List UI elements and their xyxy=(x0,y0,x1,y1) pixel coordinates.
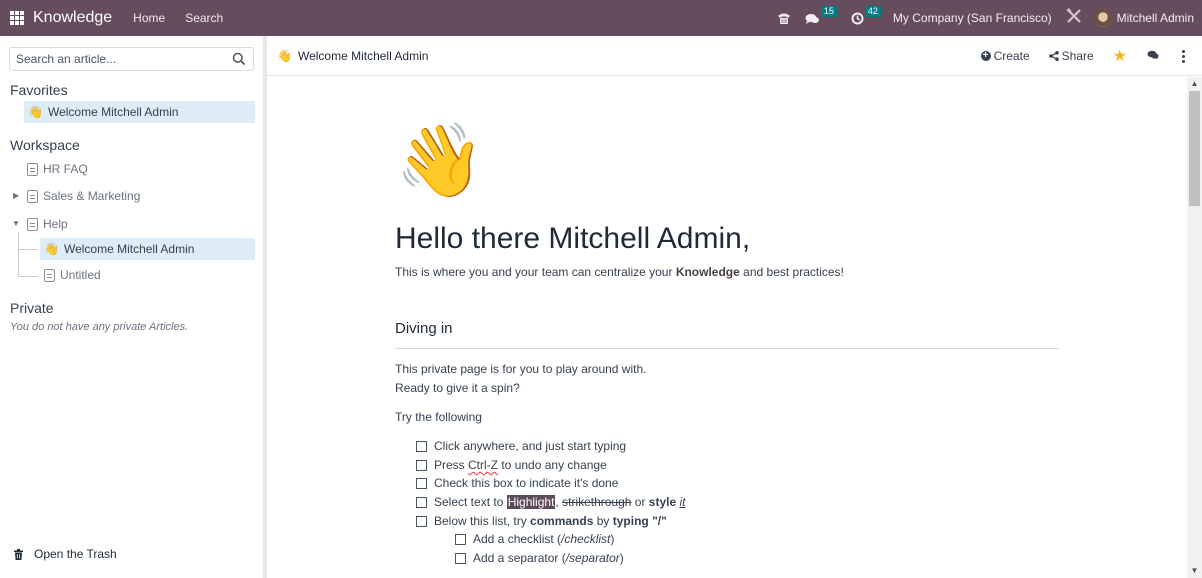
activities-button[interactable]: 42 xyxy=(851,5,881,25)
more-options-icon[interactable] xyxy=(1182,49,1185,63)
caret-right-icon[interactable]: ▶ xyxy=(13,191,19,200)
article-search-input[interactable] xyxy=(10,52,225,66)
private-empty-message: You do not have any private Articles. xyxy=(10,321,189,333)
user-menu[interactable]: Mitchell Admin xyxy=(1117,11,1194,25)
checkbox[interactable] xyxy=(416,477,427,489)
checklist-item: Click anywhere, and just start typing xyxy=(416,439,626,453)
workspace-item-help[interactable]: Help xyxy=(27,213,68,235)
checkbox[interactable] xyxy=(455,533,466,545)
checkbox[interactable] xyxy=(416,440,427,452)
scroll-down-icon[interactable]: ▼ xyxy=(1187,564,1202,578)
trash-icon xyxy=(14,548,23,560)
clock-icon xyxy=(851,12,864,24)
create-button[interactable]: + Create xyxy=(980,49,1030,63)
private-section-title: Private xyxy=(10,300,54,316)
nav-search[interactable]: Search xyxy=(185,11,223,25)
article-scrollbar[interactable]: ▲ ▼ xyxy=(1187,77,1202,578)
paragraph[interactable]: Try the following xyxy=(395,410,482,424)
plus-circle-icon: + xyxy=(980,51,991,61)
sidebar-resize-handle[interactable] xyxy=(264,36,267,578)
messages-count-badge: 15 xyxy=(820,5,837,17)
checklist-subitem: Add a separator (/separator) xyxy=(455,551,624,565)
top-navbar: Knowledge Home Search 15 42 My Company (… xyxy=(0,0,1202,36)
checkbox[interactable] xyxy=(416,515,427,527)
article-lead[interactable]: This is where you and your team can cent… xyxy=(395,265,844,279)
article-header: 👋 Welcome Mitchell Admin + Create Share … xyxy=(267,36,1202,76)
workspace-section-title: Workspace xyxy=(10,137,80,153)
workspace-item-hr-faq[interactable]: HR FAQ xyxy=(27,158,88,180)
checklist-item: Check this box to indicate it's done xyxy=(416,476,618,490)
tree-connector xyxy=(18,232,19,276)
tree-connector xyxy=(18,249,38,250)
apps-menu-icon[interactable] xyxy=(10,11,24,25)
document-icon xyxy=(27,189,38,203)
document-icon xyxy=(27,162,38,176)
share-icon xyxy=(1048,51,1059,61)
workspace-item-sales-marketing[interactable]: Sales & Marketing xyxy=(27,185,140,207)
navbar-systray: 15 42 My Company (San Francisco) Mitchel… xyxy=(777,0,1202,36)
nav-home[interactable]: Home xyxy=(133,11,165,25)
favorite-item-welcome[interactable]: 👋 Welcome Mitchell Admin xyxy=(24,101,255,123)
phone-icon[interactable] xyxy=(777,12,791,25)
checklist-item: Below this list, try commands by typing … xyxy=(416,514,667,528)
scrollbar-thumb[interactable] xyxy=(1189,91,1200,206)
waving-hand-icon: 👋 xyxy=(44,242,59,256)
tree-connector xyxy=(18,276,38,277)
article-actions: + Create Share ★ xyxy=(980,36,1202,76)
messages-button[interactable]: 15 xyxy=(805,5,837,25)
open-trash-button[interactable]: Open the Trash xyxy=(14,547,117,561)
workspace-item-untitled[interactable]: Untitled xyxy=(44,264,101,286)
checklist-item: Press Ctrl-Z to undo any change xyxy=(416,458,607,472)
waving-hand-icon: 👋 xyxy=(277,48,292,63)
article-title-breadcrumb[interactable]: Welcome Mitchell Admin xyxy=(298,49,429,63)
document-icon xyxy=(27,217,38,231)
document-icon xyxy=(44,268,55,282)
share-button[interactable]: Share xyxy=(1048,49,1094,63)
app-name[interactable]: Knowledge xyxy=(33,9,112,27)
scroll-up-icon[interactable]: ▲ xyxy=(1187,77,1202,91)
company-switcher[interactable]: My Company (San Francisco) xyxy=(893,11,1052,25)
caret-down-icon[interactable]: ▼ xyxy=(12,219,20,228)
search-icon[interactable] xyxy=(232,52,246,66)
paragraph[interactable]: This private page is for you to play aro… xyxy=(395,362,646,376)
checklist-subitem: Add a checklist (/checklist) xyxy=(455,532,614,546)
debug-tools-icon[interactable] xyxy=(1066,7,1082,29)
section-divider xyxy=(395,348,1059,349)
checkbox[interactable] xyxy=(455,552,466,564)
workspace-item-welcome[interactable]: 👋 Welcome Mitchell Admin xyxy=(40,238,255,260)
article-search[interactable] xyxy=(9,47,254,71)
article-title[interactable]: Hello there Mitchell Admin, xyxy=(395,222,750,256)
checkbox[interactable] xyxy=(416,459,427,471)
checklist-item: Select text to Highlight, strikethrough … xyxy=(416,495,686,509)
section-heading[interactable]: Diving in xyxy=(395,320,453,337)
user-avatar[interactable] xyxy=(1093,9,1112,27)
chatter-toggle-icon[interactable] xyxy=(1147,50,1159,63)
activities-count-badge: 42 xyxy=(864,5,881,17)
paragraph[interactable]: Ready to give it a spin? xyxy=(395,381,520,395)
breadcrumb: 👋 Welcome Mitchell Admin xyxy=(277,49,428,63)
checkbox[interactable] xyxy=(416,496,427,508)
chat-bubbles-icon xyxy=(805,13,819,24)
waving-hand-icon: 👋 xyxy=(28,105,43,119)
favorites-section-title: Favorites xyxy=(10,82,68,98)
favorite-star-icon[interactable]: ★ xyxy=(1113,46,1127,66)
article-emoji-icon[interactable]: 👋 xyxy=(395,121,485,211)
